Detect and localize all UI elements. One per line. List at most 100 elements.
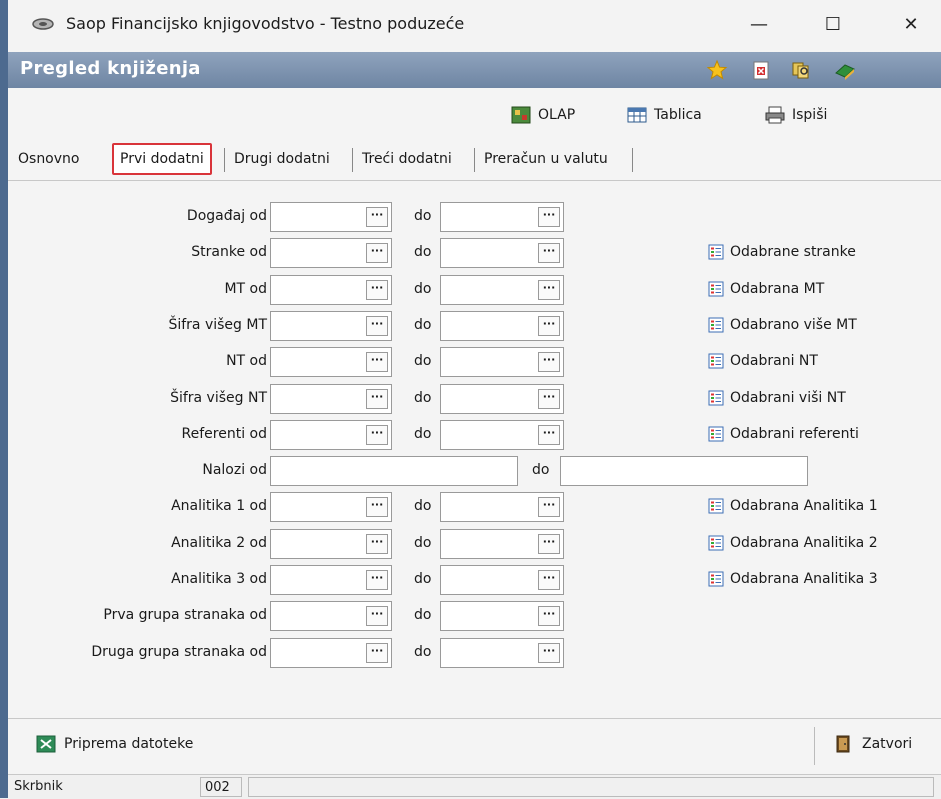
do-label: do [414,280,432,297]
browse-button[interactable]: ··· [366,388,388,409]
browse-button[interactable]: ··· [538,207,560,227]
to-input[interactable]: ··· [440,202,564,232]
from-input[interactable]: ··· [270,347,392,378]
to-input[interactable]: ··· [440,565,564,595]
from-input[interactable]: ··· [270,310,392,341]
from-input[interactable]: ··· [270,202,392,232]
from-input[interactable]: ··· [270,419,392,450]
window-title: Saop Financijsko knjigovodstvo - Testno … [66,14,465,33]
to-input[interactable]: ··· [440,347,564,378]
browse-button[interactable]: ··· [366,642,388,663]
checklist-icon [708,390,724,405]
from-input[interactable]: ··· [270,383,392,414]
browse-button[interactable]: ··· [538,533,560,554]
browse-button[interactable]: ··· [366,497,388,518]
from-input[interactable]: ··· [270,274,392,305]
select-list-button[interactable]: Odabrane stranke [708,244,856,260]
from-input[interactable]: ··· [270,601,392,632]
browse-button[interactable]: ··· [366,570,388,590]
close-button[interactable]: ✕ [896,10,926,40]
from-input[interactable]: ··· [270,565,392,595]
star-icon[interactable] [706,59,728,81]
browse-button[interactable]: ··· [538,388,560,409]
from-input[interactable] [270,456,518,487]
select-list-button[interactable]: Odabrana Analitika 1 [708,498,878,514]
browse-button[interactable]: ··· [538,315,560,336]
row-label: Analitika 3 od [171,571,267,587]
row-label: MT od [224,280,267,297]
delete-document-icon[interactable] [750,59,772,81]
tab-prvi-dodatni[interactable]: Prvi dodatni [112,143,212,175]
tablica-label: Tablica [654,107,702,123]
to-input[interactable] [560,456,808,487]
tab-preracun-u-valutu[interactable]: Preračun u valutu [478,146,614,172]
browse-button[interactable]: ··· [366,207,388,227]
excel-icon [36,735,56,753]
zatvori-label: Zatvori [862,736,913,752]
search-files-icon[interactable] [790,59,812,81]
tab-drugi-dodatni[interactable]: Drugi dodatni [228,146,336,172]
to-input[interactable]: ··· [440,383,564,414]
checklist-icon [708,426,724,442]
to-input[interactable]: ··· [440,238,564,269]
browse-button[interactable]: ··· [366,315,388,336]
book-icon[interactable] [834,59,856,81]
do-label: do [414,353,432,370]
browse-button[interactable]: ··· [538,424,560,445]
tab-strip: Osnovno Prvi dodatni Drugi dodatni Treći… [8,140,941,181]
browse-button[interactable]: ··· [366,243,388,264]
ispisi-button[interactable]: Ispiši [764,102,827,128]
browse-button[interactable]: ··· [538,606,560,627]
priprema-datoteke-label: Priprema datoteke [64,736,194,752]
tablica-button[interactable]: Tablica [626,102,702,128]
priprema-datoteke-button[interactable]: Priprema datoteke [36,735,193,753]
table-icon [627,107,647,123]
browse-button[interactable]: ··· [538,352,560,373]
zatvori-button[interactable]: Zatvori [834,735,912,753]
browse-button[interactable]: ··· [538,570,560,590]
browse-button[interactable]: ··· [538,642,560,663]
main-window: Saop Financijsko knjigovodstvo - Testno … [0,0,941,799]
to-input[interactable]: ··· [440,274,564,305]
to-input[interactable]: ··· [440,601,564,632]
tab-osnovno[interactable]: Osnovno [12,146,85,172]
browse-button[interactable]: ··· [366,606,388,627]
minimize-button[interactable]: — [744,10,774,40]
select-list-button[interactable]: Odabrani NT [708,353,818,369]
exit-door-icon [836,735,850,753]
to-input[interactable]: ··· [440,419,564,450]
browse-button[interactable]: ··· [366,533,388,554]
do-label: do [414,316,432,333]
checklist-icon [708,353,724,369]
browse-button[interactable]: ··· [538,243,560,264]
do-label: do [414,244,432,261]
to-input[interactable]: ··· [440,528,564,559]
browse-button[interactable]: ··· [366,424,388,445]
do-label: do [414,571,432,587]
select-list-button[interactable]: Odabrano više MT [708,317,857,333]
checklist-icon [708,535,724,551]
browse-button[interactable]: ··· [538,279,560,300]
select-list-button[interactable]: Odabrana Analitika 3 [708,571,878,587]
maximize-button[interactable]: ☐ [818,10,848,40]
select-list-button[interactable]: Odabrani viši NT [708,390,846,406]
to-input[interactable]: ··· [440,492,564,523]
from-input[interactable]: ··· [270,637,392,668]
to-input[interactable]: ··· [440,637,564,668]
from-input[interactable]: ··· [270,492,392,523]
browse-button[interactable]: ··· [366,279,388,300]
to-input[interactable]: ··· [440,310,564,341]
from-input[interactable]: ··· [270,238,392,269]
tab-treci-dodatni[interactable]: Treći dodatni [356,146,458,172]
from-input[interactable]: ··· [270,528,392,559]
select-list-button[interactable]: Odabrani referenti [708,426,859,442]
olap-button[interactable]: OLAP [510,102,575,128]
select-list-button[interactable]: Odabrana Analitika 2 [708,535,878,551]
browse-button[interactable]: ··· [366,352,388,373]
select-list-button[interactable]: Odabrana MT [708,281,824,297]
select-list-label: Odabrana MT [730,280,825,297]
browse-button[interactable]: ··· [538,497,560,518]
tab-separator [224,148,225,172]
ispisi-label: Ispiši [792,107,828,123]
bottom-separator [814,727,815,765]
